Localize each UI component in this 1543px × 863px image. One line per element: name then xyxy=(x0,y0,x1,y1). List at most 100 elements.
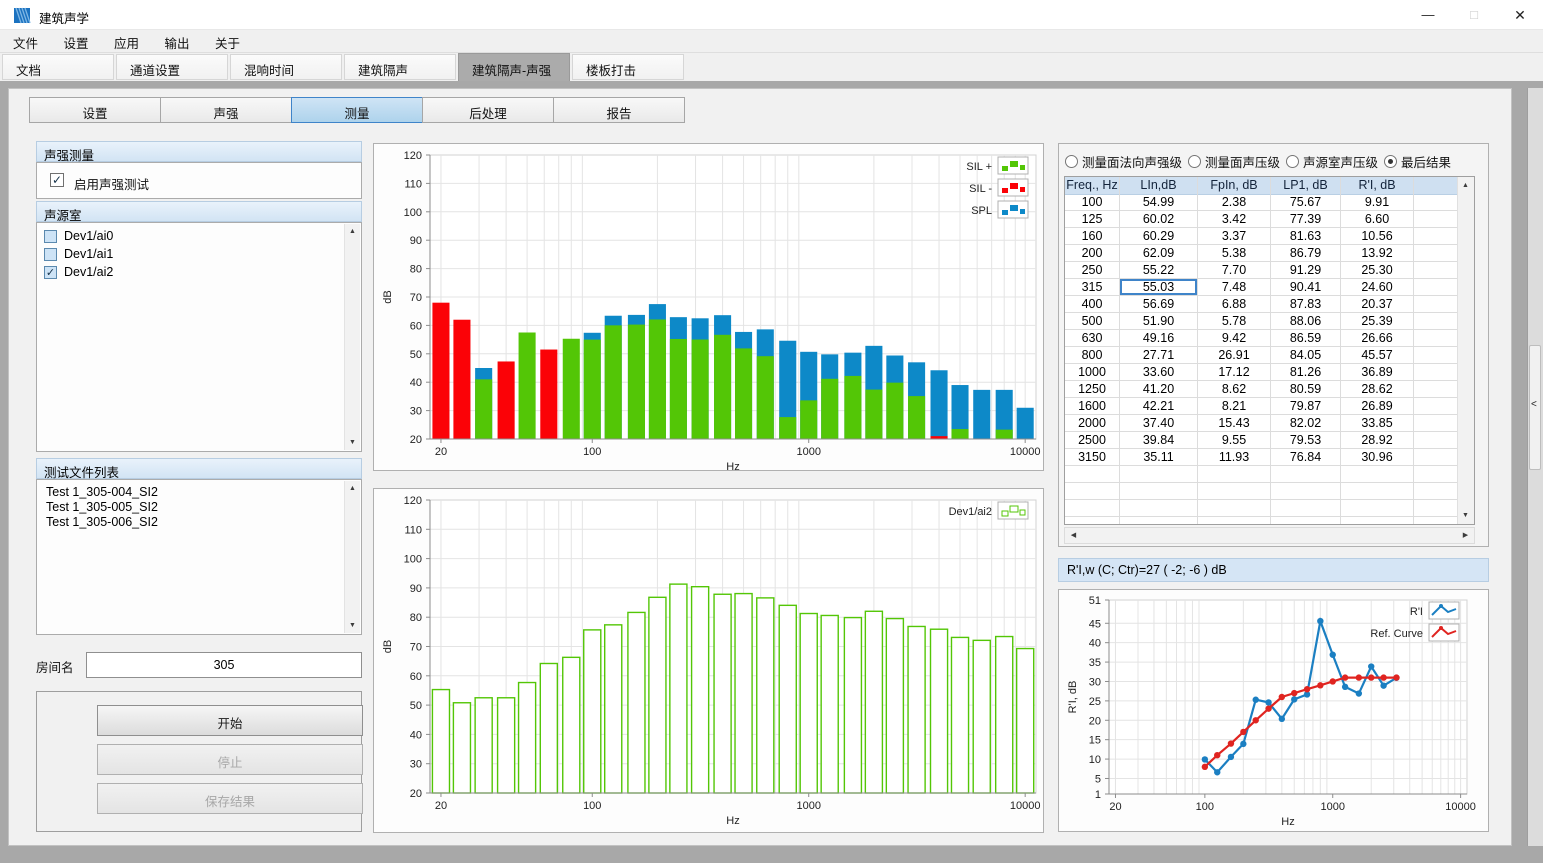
table-cell[interactable]: 56.69 xyxy=(1120,296,1198,313)
table-cell[interactable]: 1600 xyxy=(1065,398,1120,415)
table-horizontal-scrollbar[interactable]: ◀ ▶ xyxy=(1064,527,1475,544)
table-cell[interactable]: 15.43 xyxy=(1198,415,1271,432)
table-cell[interactable]: 25.39 xyxy=(1341,313,1414,330)
main-tab-document[interactable]: 文档 xyxy=(2,54,114,80)
table-cell[interactable]: 5.78 xyxy=(1198,313,1271,330)
table-cell[interactable]: 88.06 xyxy=(1271,313,1341,330)
table-cell[interactable]: 79.87 xyxy=(1271,398,1341,415)
table-cell[interactable] xyxy=(1198,517,1271,525)
table-cell[interactable]: 9.55 xyxy=(1198,432,1271,449)
radio-circle-icon[interactable] xyxy=(1286,155,1299,168)
table-header-cell[interactable]: LIn,dB xyxy=(1120,177,1198,195)
table-cell[interactable]: 55.22 xyxy=(1120,262,1198,279)
table-cell[interactable]: 17.12 xyxy=(1198,364,1271,381)
table-cell[interactable] xyxy=(1414,262,1458,279)
channel-checkbox[interactable]: ✓ xyxy=(44,266,57,279)
table-cell[interactable] xyxy=(1271,483,1341,500)
scroll-right-icon[interactable]: ▶ xyxy=(1458,528,1473,543)
main-tab-building-insulation[interactable]: 建筑隔声 xyxy=(344,54,456,80)
table-cell[interactable]: 1250 xyxy=(1065,381,1120,398)
table-vertical-scrollbar[interactable]: ▲ ▼ xyxy=(1457,177,1474,524)
table-cell[interactable]: 5.38 xyxy=(1198,245,1271,262)
room-name-input[interactable] xyxy=(86,652,362,678)
close-button[interactable]: ✕ xyxy=(1497,0,1543,30)
table-cell[interactable] xyxy=(1414,364,1458,381)
table-cell[interactable]: 1000 xyxy=(1065,364,1120,381)
table-cell[interactable]: 55.03 xyxy=(1120,279,1198,296)
table-cell[interactable] xyxy=(1341,500,1414,517)
table-cell[interactable]: 37.40 xyxy=(1120,415,1198,432)
minimize-button[interactable]: — xyxy=(1405,0,1451,30)
table-cell[interactable]: 2.38 xyxy=(1198,194,1271,211)
channel-list-item[interactable]: Dev1/ai1 xyxy=(37,246,361,264)
table-cell[interactable]: 11.93 xyxy=(1198,449,1271,466)
radio-circle-icon[interactable] xyxy=(1384,155,1397,168)
table-cell[interactable]: 41.20 xyxy=(1120,381,1198,398)
table-cell[interactable]: 62.09 xyxy=(1120,245,1198,262)
table-cell[interactable]: 7.70 xyxy=(1198,262,1271,279)
table-header-cell[interactable]: FpIn, dB xyxy=(1198,177,1271,195)
table-cell[interactable] xyxy=(1120,483,1198,500)
table-cell[interactable]: 39.84 xyxy=(1120,432,1198,449)
file-list-scrollbar[interactable]: ▲ ▼ xyxy=(344,481,360,633)
table-cell[interactable] xyxy=(1120,500,1198,517)
table-cell[interactable]: 3150 xyxy=(1065,449,1120,466)
table-cell[interactable]: 8.62 xyxy=(1198,381,1271,398)
table-cell[interactable] xyxy=(1414,313,1458,330)
scroll-down-icon[interactable]: ▼ xyxy=(1458,508,1473,523)
table-cell[interactable]: 79.53 xyxy=(1271,432,1341,449)
table-cell[interactable] xyxy=(1414,330,1458,347)
table-cell[interactable]: 3.37 xyxy=(1198,228,1271,245)
maximize-button[interactable]: □ xyxy=(1451,0,1497,30)
channel-checkbox[interactable] xyxy=(44,230,57,243)
subtab-measure[interactable]: 测量 xyxy=(291,97,423,123)
table-cell[interactable]: 250 xyxy=(1065,262,1120,279)
table-cell[interactable]: 13.92 xyxy=(1341,245,1414,262)
enable-intensity-checkbox[interactable]: ✓ xyxy=(50,173,64,187)
table-cell[interactable]: 36.89 xyxy=(1341,364,1414,381)
radio-surface-spl[interactable]: 测量面声压级 xyxy=(1188,152,1280,171)
table-cell[interactable] xyxy=(1414,296,1458,313)
table-cell[interactable]: 75.67 xyxy=(1271,194,1341,211)
table-cell[interactable] xyxy=(1414,483,1458,500)
save-results-button[interactable]: 保存结果 xyxy=(97,783,363,814)
table-cell[interactable]: 60.02 xyxy=(1120,211,1198,228)
scroll-down-icon[interactable]: ▼ xyxy=(345,618,360,633)
main-tab-reverb-time[interactable]: 混响时间 xyxy=(230,54,342,80)
table-cell[interactable]: 90.41 xyxy=(1271,279,1341,296)
radio-final-result[interactable]: 最后结果 xyxy=(1384,152,1451,171)
table-cell[interactable]: 51.90 xyxy=(1120,313,1198,330)
table-cell[interactable]: 33.60 xyxy=(1120,364,1198,381)
table-cell[interactable]: 800 xyxy=(1065,347,1120,364)
table-cell[interactable] xyxy=(1414,517,1458,525)
table-cell[interactable] xyxy=(1414,194,1458,211)
table-cell[interactable] xyxy=(1414,432,1458,449)
table-cell[interactable]: 28.92 xyxy=(1341,432,1414,449)
scroll-down-icon[interactable]: ▼ xyxy=(345,435,360,450)
table-cell[interactable]: 7.48 xyxy=(1198,279,1271,296)
radio-circle-icon[interactable] xyxy=(1065,155,1078,168)
table-cell[interactable] xyxy=(1414,381,1458,398)
radio-source-room-spl[interactable]: 声源室声压级 xyxy=(1286,152,1378,171)
table-cell[interactable]: 315 xyxy=(1065,279,1120,296)
table-cell[interactable] xyxy=(1414,398,1458,415)
table-header-cell[interactable]: LP1, dB xyxy=(1271,177,1341,195)
subtab-setup[interactable]: 设置 xyxy=(29,97,161,123)
table-cell[interactable]: 20.37 xyxy=(1341,296,1414,313)
table-cell[interactable] xyxy=(1414,466,1458,483)
table-cell[interactable]: 42.21 xyxy=(1120,398,1198,415)
radio-circle-icon[interactable] xyxy=(1188,155,1201,168)
table-cell[interactable]: 400 xyxy=(1065,296,1120,313)
subtab-report[interactable]: 报告 xyxy=(553,97,685,123)
table-cell[interactable]: 500 xyxy=(1065,313,1120,330)
scroll-up-icon[interactable]: ▲ xyxy=(345,481,360,496)
table-cell[interactable]: 84.05 xyxy=(1271,347,1341,364)
table-cell[interactable]: 77.39 xyxy=(1271,211,1341,228)
menu-item-about[interactable]: 关于 xyxy=(204,30,251,52)
table-cell[interactable] xyxy=(1341,466,1414,483)
table-header-cell[interactable]: R'I, dB xyxy=(1341,177,1414,195)
table-cell[interactable]: 81.26 xyxy=(1271,364,1341,381)
table-cell[interactable] xyxy=(1198,500,1271,517)
test-file-item[interactable]: Test 1_305-005_SI2 xyxy=(37,500,361,515)
table-cell[interactable]: 9.42 xyxy=(1198,330,1271,347)
